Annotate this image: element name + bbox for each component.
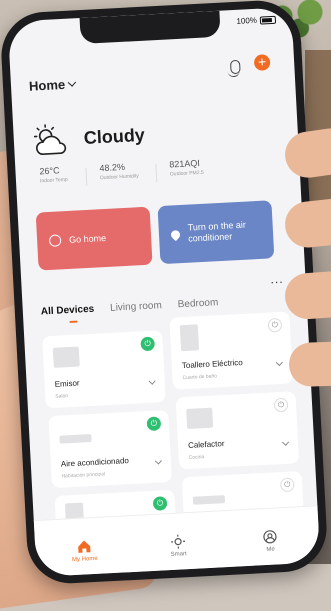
status-bar: 100% [236, 15, 276, 26]
device-name: Toallero Eléctrico [182, 358, 243, 370]
power-button[interactable]: ⏻ [147, 416, 162, 431]
stat-label: Indoor Temp [40, 177, 68, 184]
sun-icon [171, 534, 186, 549]
device-image [180, 324, 199, 351]
tab-living-room[interactable]: Living room [110, 300, 162, 314]
device-room: Habitación principal [61, 471, 105, 479]
stat-label: Outdoor PM2.5 [170, 170, 204, 178]
device-card[interactable]: ⏻ Toallero Eléctrico Cuarto de baño [169, 311, 293, 389]
device-name: Calefactor [188, 439, 225, 450]
scene-go-home[interactable]: Go home [36, 207, 153, 271]
device-card[interactable]: ⏻ Emisor Salón [42, 330, 166, 408]
device-room: Cuarto de baño [182, 373, 217, 381]
scene-label: Go home [69, 233, 107, 245]
chevron-down-icon [282, 439, 289, 446]
clock-icon [49, 234, 62, 247]
stat-label: Outdoor Humidity [100, 173, 139, 181]
location-pin-icon [169, 228, 182, 241]
chevron-down-icon [149, 378, 156, 385]
device-image [59, 434, 91, 444]
weather-condition: Cloudy [83, 125, 145, 149]
cloudy-weather-icon [31, 123, 73, 159]
nav-me[interactable]: Me [245, 528, 296, 554]
add-button[interactable]: + [254, 54, 271, 71]
scene-label: Turn on the air conditioner [187, 219, 258, 245]
chevron-down-icon [155, 457, 162, 464]
scene-air-conditioner[interactable]: Turn on the air conditioner [158, 200, 275, 264]
device-room: Cocina [189, 454, 205, 461]
stat-value: 26°C [39, 165, 67, 176]
chevron-down-icon [276, 359, 283, 366]
battery-percent: 100% [236, 16, 257, 26]
nav-label: Smart [171, 551, 187, 558]
power-button[interactable]: ⏻ [140, 337, 155, 352]
device-name: Emisor [54, 379, 79, 389]
microphone-icon[interactable] [230, 60, 241, 75]
nav-smart[interactable]: Smart [153, 533, 204, 559]
device-image [193, 495, 225, 505]
nav-label: Me [266, 547, 275, 553]
device-room: Salón [55, 393, 68, 400]
power-button[interactable]: ⏻ [274, 398, 289, 413]
tab-bedroom[interactable]: Bedroom [177, 297, 218, 310]
more-options-button[interactable]: ... [270, 272, 284, 287]
outdoor-humidity-stat: 48.2% Outdoor Humidity [99, 161, 139, 181]
outdoor-pm25-stat: 821AQI Outdoor PM2.5 [169, 158, 204, 178]
smartphone: 100% Home + Cloudy 26°C Indoor Temp 48.2… [0, 0, 329, 585]
nav-my-home[interactable]: My Home [59, 538, 110, 564]
tab-all-devices[interactable]: All Devices [41, 304, 95, 318]
active-tab-indicator [69, 321, 77, 323]
home-icon [77, 539, 92, 554]
device-name: Aire acondicionado [61, 456, 129, 469]
device-image [186, 408, 213, 429]
power-button[interactable]: ⏻ [153, 496, 168, 511]
power-button[interactable]: ⏻ [268, 318, 283, 333]
stat-value: 48.2% [99, 161, 138, 173]
divider [155, 164, 157, 182]
phone-screen: 100% Home + Cloudy 26°C Indoor Temp 48.2… [8, 7, 321, 577]
nav-label: My Home [72, 556, 98, 563]
home-title: Home [29, 77, 66, 94]
divider [85, 168, 87, 186]
battery-icon [260, 15, 276, 24]
device-card[interactable]: ⏻ Calefactor Cocina [176, 391, 300, 469]
power-button[interactable]: ⏻ [280, 477, 295, 492]
room-tabs: All Devices Living room Bedroom [41, 297, 219, 317]
home-selector[interactable]: Home [29, 76, 76, 93]
device-card[interactable]: ⏻ Aire acondicionado Habitación principa… [48, 410, 172, 488]
chevron-down-icon [68, 78, 76, 86]
user-icon [263, 529, 278, 544]
indoor-temp-stat: 26°C Indoor Temp [39, 165, 68, 184]
stat-value: 821AQI [169, 158, 203, 170]
notch [80, 11, 221, 44]
device-image [53, 347, 80, 368]
